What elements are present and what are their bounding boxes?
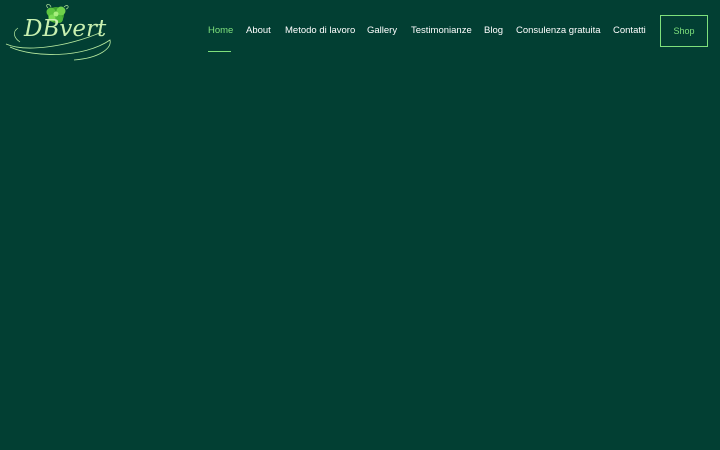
- hero-section: [0, 62, 720, 450]
- main-navigation: Home About Metodo di lavoro Gallery Test…: [0, 0, 720, 62]
- nav-item-blog[interactable]: Blog: [484, 24, 503, 38]
- nav-active-indicator: [208, 51, 231, 52]
- nav-item-home[interactable]: Home: [208, 24, 233, 38]
- nav-item-testimonianze[interactable]: Testimonianze: [411, 24, 472, 38]
- site-header: DBvert Home About Metodo di lavoro Galle…: [0, 0, 720, 62]
- shop-button[interactable]: Shop: [660, 15, 708, 47]
- nav-item-about[interactable]: About: [246, 24, 271, 38]
- nav-item-contatti[interactable]: Contatti: [613, 24, 646, 38]
- nav-item-consulenza-gratuita[interactable]: Consulenza gratuita: [516, 24, 601, 38]
- page: DBvert Home About Metodo di lavoro Galle…: [0, 0, 720, 450]
- nav-item-gallery[interactable]: Gallery: [367, 24, 397, 38]
- nav-item-metodo-di-lavoro[interactable]: Metodo di lavoro: [285, 24, 355, 38]
